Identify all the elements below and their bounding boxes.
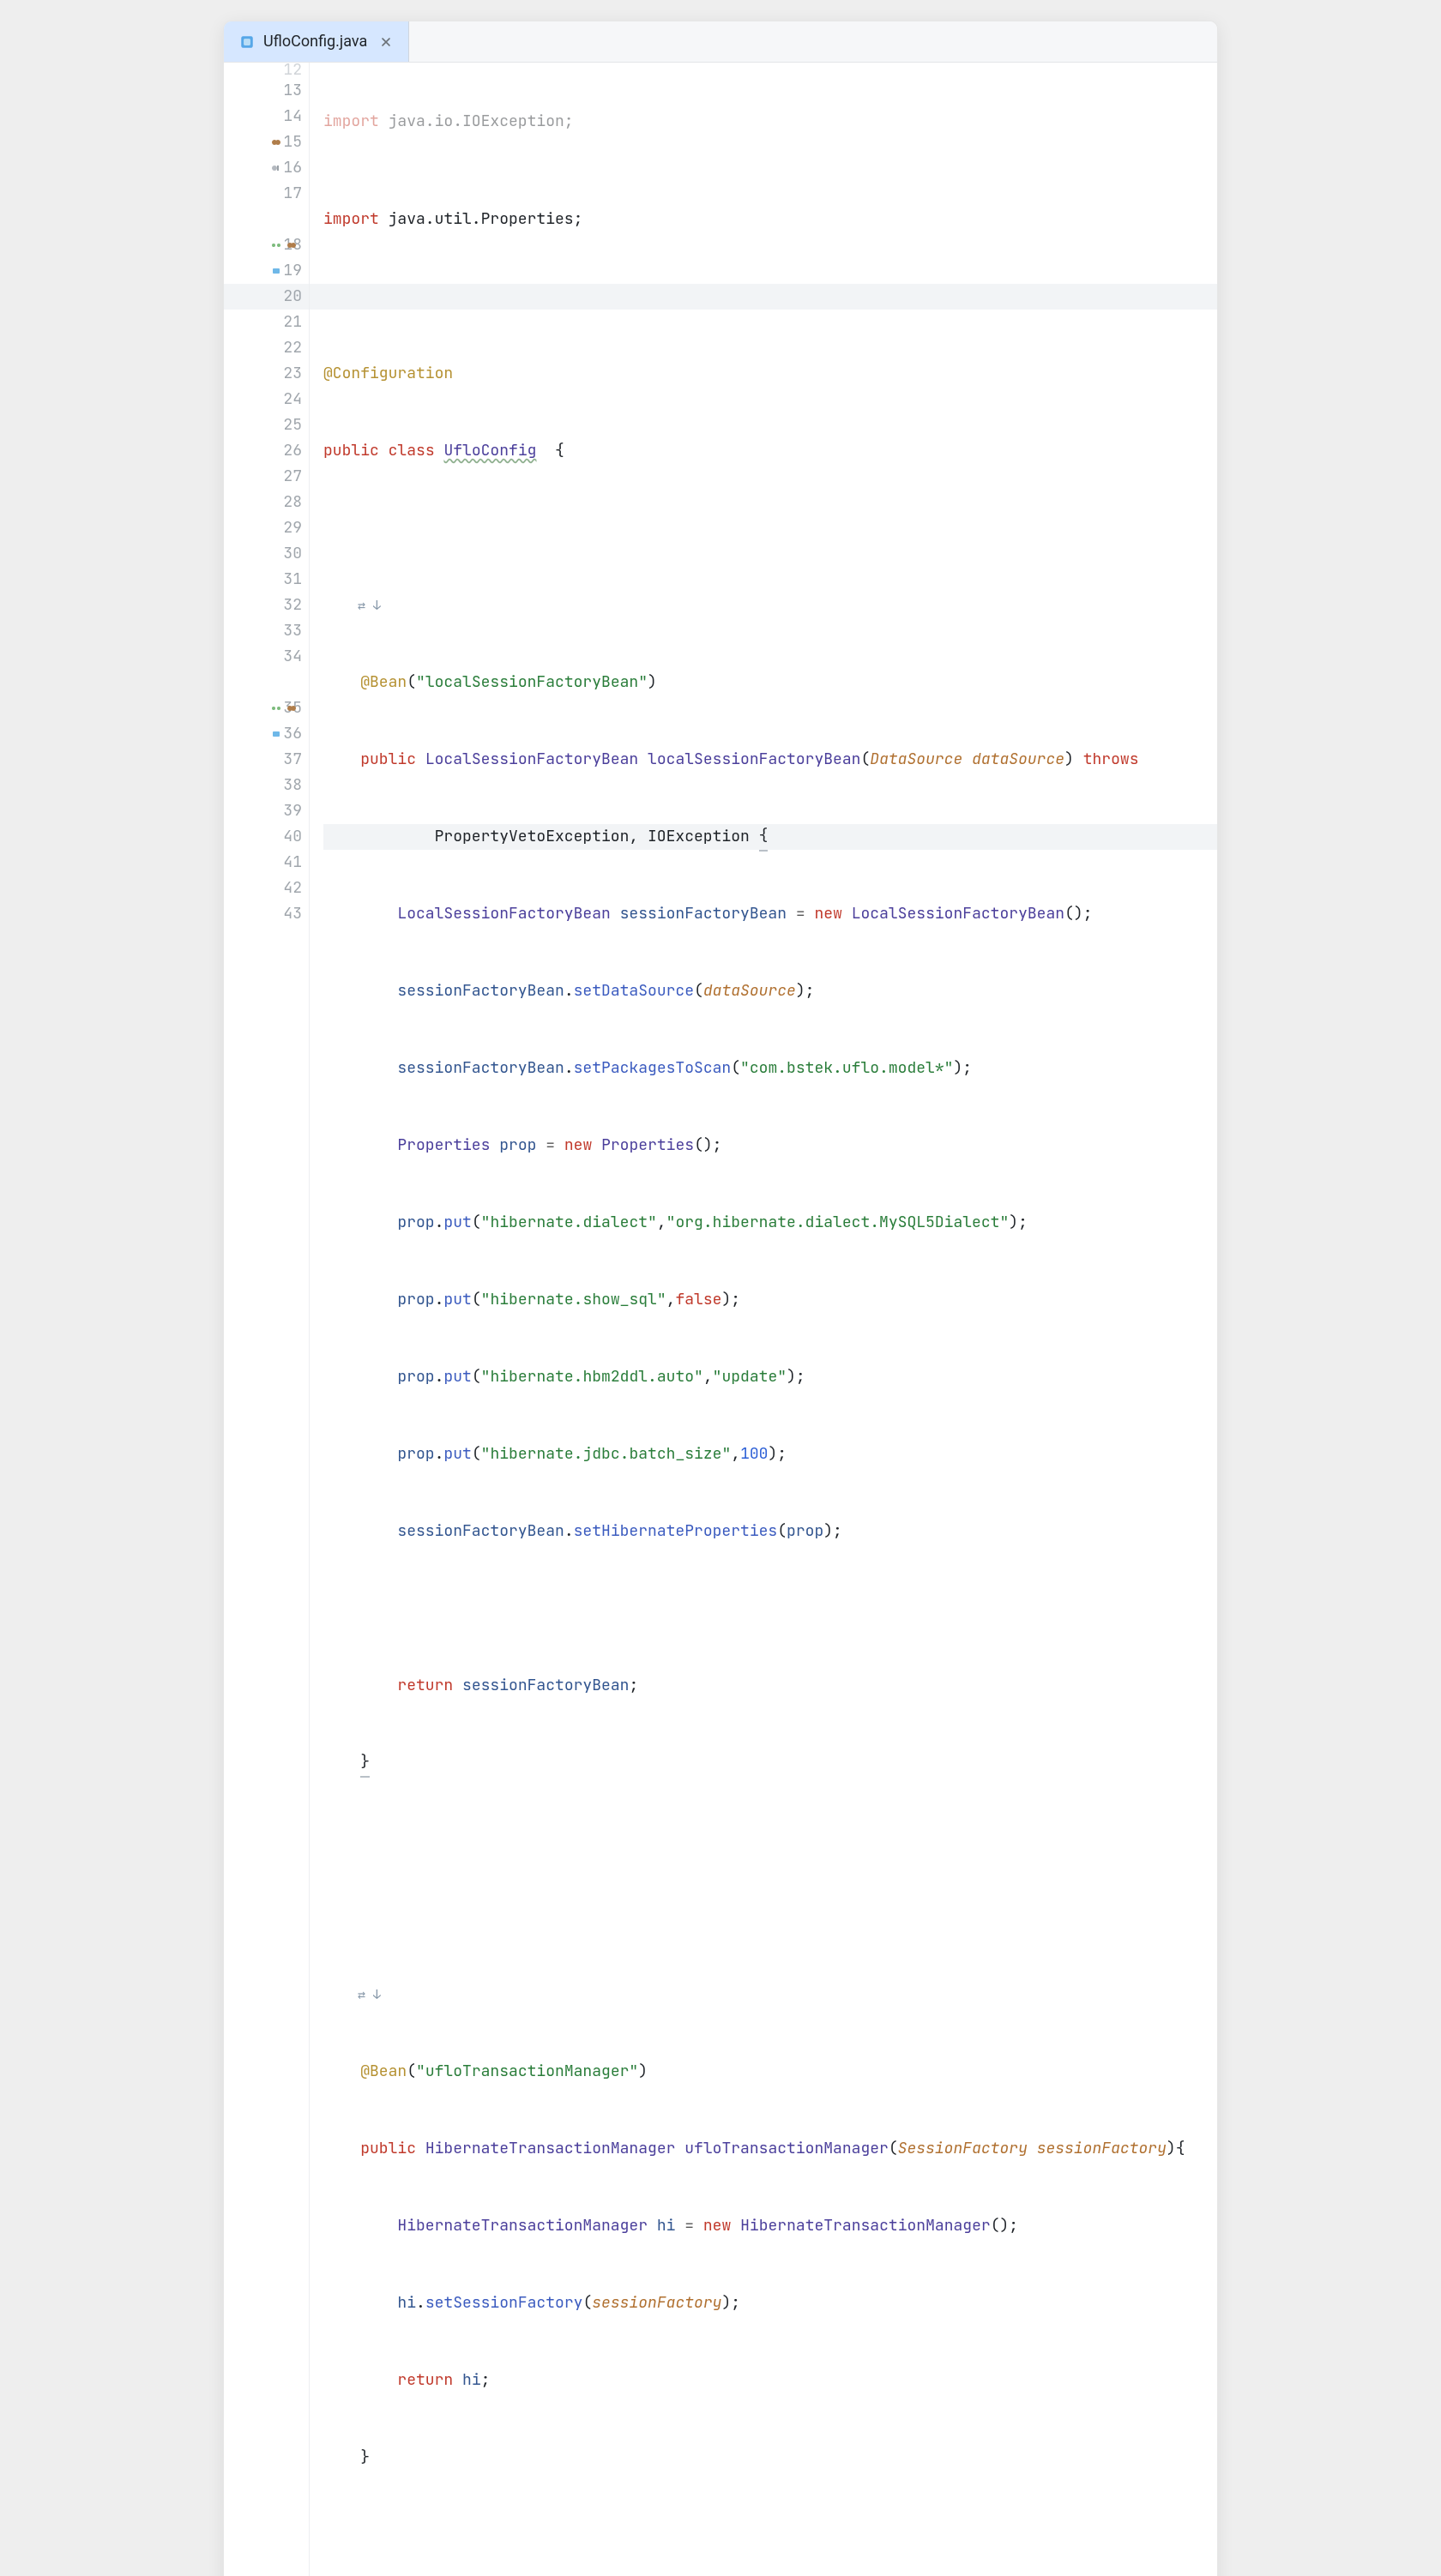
gutter-line: 16 <box>224 155 309 181</box>
code-line[interactable]: @Bean("localSessionFactoryBean") <box>323 670 1217 695</box>
code-line[interactable]: sessionFactoryBean.setDataSource(dataSou… <box>323 978 1217 1004</box>
code-line[interactable] <box>323 1596 1217 1622</box>
override-gutter-icon[interactable] <box>270 239 282 251</box>
code-line[interactable]: prop.put("hibernate.hbm2ddl.auto","updat… <box>323 1364 1217 1390</box>
code-area[interactable]: 12 13 14 15 16 17 18 19 <box>224 63 1217 2576</box>
tab-bar: UfloConfig.java <box>224 21 1217 63</box>
gutter-line: 32 <box>224 593 309 618</box>
code-line[interactable]: @Configuration <box>323 361 1217 387</box>
gutter-line <box>224 670 309 695</box>
code-line[interactable]: prop.put("hibernate.jdbc.batch_size",100… <box>323 1441 1217 1467</box>
code-line[interactable]: return sessionFactoryBean; <box>323 1673 1217 1699</box>
code-line[interactable]: @Bean("ufloTransactionManager") <box>323 2059 1217 2085</box>
code-line[interactable] <box>323 284 1217 310</box>
inlay-nav-icon: ⇄ ↓ <box>358 593 381 618</box>
gutter-line: 42 <box>224 876 309 901</box>
gutter-line: 12 <box>224 63 309 78</box>
gutter-line: 28 <box>224 490 309 515</box>
gutter-line: 37 <box>224 747 309 773</box>
code-line[interactable]: public LocalSessionFactoryBean localSess… <box>323 747 1217 773</box>
gutter-line: 13 <box>224 78 309 104</box>
code-line[interactable]: prop.put("hibernate.dialect","org.hibern… <box>323 1210 1217 1236</box>
code-line[interactable] <box>323 2522 1217 2548</box>
java-class-icon <box>239 34 255 50</box>
code-line[interactable]: prop.put("hibernate.show_sql",false); <box>323 1287 1217 1313</box>
override-gutter-icon[interactable] <box>270 702 282 714</box>
bean-gutter-icon[interactable] <box>270 136 282 148</box>
code-line[interactable]: return hi; <box>323 2368 1217 2393</box>
code-line[interactable]: PropertyVetoException, IOException { <box>323 824 1217 850</box>
gutter-line: 24 <box>224 387 309 412</box>
code-line[interactable]: public class UfloConfig { <box>323 438 1217 464</box>
gutter-line: 36 <box>224 721 309 747</box>
inlay-hint[interactable]: ⇄ ↓ <box>323 1982 1217 2007</box>
gutter-line: 21 <box>224 310 309 335</box>
nav-gutter-icon[interactable] <box>270 728 282 740</box>
gutter-line: 17 <box>224 181 309 207</box>
file-tab-label: UfloConfig.java <box>263 33 367 51</box>
code-line[interactable]: sessionFactoryBean.setPackagesToScan("co… <box>323 1056 1217 1081</box>
gutter-line: 19 <box>224 258 309 284</box>
gutter-line: 15 <box>224 129 309 155</box>
code-line[interactable]: sessionFactoryBean.setHibernatePropertie… <box>323 1519 1217 1544</box>
gutter-line: 20 <box>224 284 309 310</box>
code-line[interactable] <box>323 1827 1217 1853</box>
code-line[interactable]: HibernateTransactionManager hi = new Hib… <box>323 2213 1217 2239</box>
code-line[interactable]: import java.util.Properties; <box>323 207 1217 232</box>
gutter-line: 26 <box>224 438 309 464</box>
close-icon[interactable] <box>379 35 393 49</box>
gutter-line: 43 <box>224 901 309 927</box>
gutter-line: 33 <box>224 618 309 644</box>
code-line[interactable]: public HibernateTransactionManager ufloT… <box>323 2136 1217 2162</box>
code-line[interactable]: Properties prop = new Properties(); <box>323 1133 1217 1159</box>
nav-gutter-icon[interactable] <box>270 265 282 277</box>
gutter-line: 40 <box>224 824 309 850</box>
gutter-line: 39 <box>224 798 309 824</box>
gutter-line: 14 <box>224 104 309 129</box>
bean-gutter-icon[interactable] <box>286 702 298 714</box>
code-line[interactable]: import java.io.IOException; <box>323 114 1217 129</box>
code-line[interactable]: } <box>323 2445 1217 2471</box>
code-text[interactable]: import java.io.IOException; import java.… <box>310 63 1217 2576</box>
gutter-line: 23 <box>224 361 309 387</box>
gutter-line: 34 <box>224 644 309 670</box>
code-line[interactable]: LocalSessionFactoryBean sessionFactoryBe… <box>323 901 1217 927</box>
gutter-line: 22 <box>224 335 309 361</box>
gutter: 12 13 14 15 16 17 18 19 <box>224 63 310 2576</box>
code-line[interactable] <box>323 515 1217 541</box>
inlay-nav-icon: ⇄ ↓ <box>358 1982 381 2007</box>
gutter-line <box>224 207 309 232</box>
bean-gutter-icon[interactable] <box>286 239 298 251</box>
gutter-line: 25 <box>224 412 309 438</box>
gutter-line: 31 <box>224 567 309 593</box>
gutter-line: 30 <box>224 541 309 567</box>
implements-gutter-icon[interactable] <box>270 162 282 174</box>
gutter-line: 18 <box>224 232 309 258</box>
gutter-line: 29 <box>224 515 309 541</box>
editor-window: UfloConfig.java 12 13 14 15 16 17 <box>223 21 1218 2576</box>
file-tab[interactable]: UfloConfig.java <box>224 21 409 62</box>
gutter-line: 41 <box>224 850 309 876</box>
code-line[interactable]: hi.setSessionFactory(sessionFactory); <box>323 2290 1217 2316</box>
inlay-hint[interactable]: ⇄ ↓ <box>323 593 1217 618</box>
code-line[interactable] <box>323 1905 1217 1930</box>
gutter-line: 38 <box>224 773 309 798</box>
gutter-line: 35 <box>224 695 309 721</box>
code-line[interactable]: } <box>323 1750 1217 1776</box>
gutter-line: 27 <box>224 464 309 490</box>
